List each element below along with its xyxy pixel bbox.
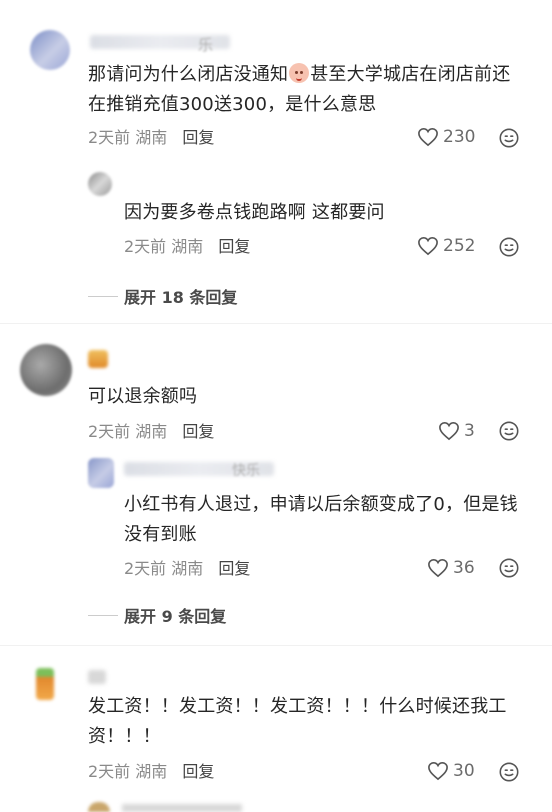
comment-meta: 2天前 湖南 回复 (88, 762, 214, 782)
username-blurred[interactable] (88, 670, 106, 684)
reply-button[interactable]: 回复 (182, 422, 214, 441)
divider (0, 645, 552, 646)
expand-replies-button[interactable]: 展开 9 条回复 (88, 603, 226, 627)
reply-reply-button[interactable]: 回复 (218, 237, 250, 256)
reply-like-button[interactable]: 252 (417, 235, 475, 257)
reply-location: 湖南 (171, 237, 204, 256)
comment-time: 2天前 (88, 422, 131, 441)
reply-time: 2天前 (124, 559, 167, 578)
comment-2: 可以退余额吗 2天前 湖南 回复 3 快乐 小红书有人退过，申请以后余额变成了0… (0, 330, 552, 640)
heart-outline-icon (428, 761, 448, 781)
reply-like-button[interactable]: 36 (427, 557, 475, 579)
expand-line (88, 295, 118, 297)
comment-meta: 2天前 湖南 回复 (88, 422, 214, 442)
smiley-comment-icon[interactable] (498, 127, 520, 149)
comment-location: 湖南 (135, 128, 168, 147)
reply-avatar[interactable] (88, 458, 114, 488)
reply-meta: 2天前 湖南 回复 (124, 559, 250, 579)
smiley-comment-icon[interactable] (498, 420, 520, 442)
avatar[interactable] (20, 344, 72, 396)
reply-avatar[interactable] (88, 172, 112, 196)
comment-text: 可以退余额吗 (88, 386, 198, 407)
heart-outline-icon (418, 127, 438, 147)
reply-button[interactable]: 回复 (182, 762, 214, 781)
comment-text-part1: 那请问为什么闭店没通知 (88, 64, 289, 85)
heart-outline-icon (428, 558, 448, 578)
like-count: 30 (453, 761, 475, 781)
reply-location: 湖南 (171, 559, 204, 578)
comment-1: 乐 那请问为什么闭店没通知 甚至大学城店在闭店前还在推销充值300送300，是什么… (0, 0, 552, 320)
smiley-comment-icon[interactable] (498, 236, 520, 258)
username-blurred[interactable] (88, 350, 108, 368)
divider (0, 323, 552, 324)
avatar[interactable] (36, 668, 54, 700)
next-comment-avatar-partial[interactable] (88, 802, 110, 812)
reply-meta: 2天前 湖南 回复 (124, 237, 250, 257)
face-emoji-icon (289, 63, 310, 83)
reply-like-count: 252 (443, 236, 476, 256)
comment-location: 湖南 (135, 762, 168, 781)
smiley-comment-icon[interactable] (498, 557, 520, 579)
like-button[interactable]: 3 (438, 420, 475, 442)
comment-location: 湖南 (135, 422, 168, 441)
comment-text: 那请问为什么闭店没通知 甚至大学城店在闭店前还在推销充值300送300，是什么意思 (88, 60, 528, 120)
reply-username-visible: 快乐 (232, 463, 260, 479)
like-button[interactable]: 230 (417, 126, 475, 148)
reply-text: 因为要多卷点钱跑路啊 这都要问 (124, 202, 385, 223)
comment-3: 发工资！！发工资！！发工资！！！什么时候还我工资！！！ 2天前 湖南 回复 30 (0, 650, 552, 812)
reply-reply-button[interactable]: 回复 (218, 559, 250, 578)
expand-label: 展开 18 条回复 (124, 288, 238, 307)
comment-text: 发工资！！发工资！！发工资！！！什么时候还我工资！！！ (88, 696, 507, 747)
username-visible-char: 乐 (198, 36, 214, 54)
reply-text: 小红书有人退过，申请以后余额变成了0，但是钱没有到账 (124, 494, 518, 545)
smiley-comment-icon[interactable] (498, 761, 520, 783)
heart-outline-icon (439, 421, 459, 441)
reply-like-count: 36 (453, 558, 475, 578)
avatar[interactable] (30, 30, 70, 70)
comment-meta: 2天前 湖南 回复 (88, 128, 214, 148)
like-button[interactable]: 30 (427, 760, 475, 782)
like-count: 3 (464, 421, 475, 441)
like-count: 230 (443, 127, 476, 147)
expand-label: 展开 9 条回复 (124, 607, 227, 626)
expand-replies-button[interactable]: 展开 18 条回复 (88, 284, 237, 308)
next-comment-username-partial[interactable] (122, 804, 242, 812)
expand-line (88, 614, 118, 616)
reply-time: 2天前 (124, 237, 167, 256)
reply-button[interactable]: 回复 (182, 128, 214, 147)
comment-time: 2天前 (88, 762, 131, 781)
heart-outline-icon (418, 236, 438, 256)
comment-time: 2天前 (88, 128, 131, 147)
